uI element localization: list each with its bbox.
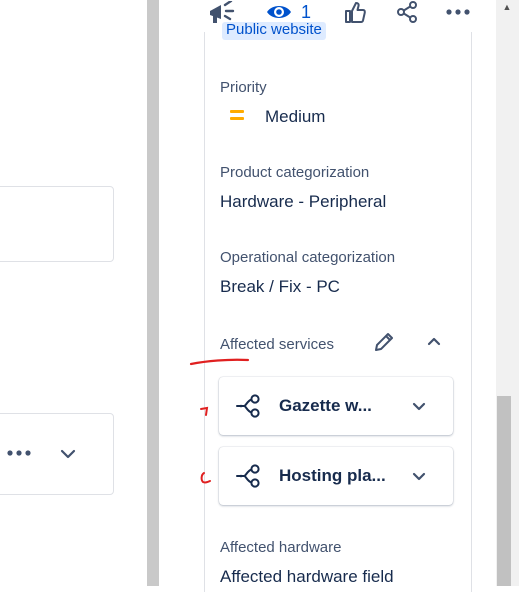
product-categorization-label: Product categorization xyxy=(220,164,370,181)
pane-divider-scrollbar[interactable] xyxy=(147,0,159,586)
chevron-down-icon[interactable] xyxy=(56,442,80,466)
share-icon[interactable] xyxy=(395,0,419,24)
service-name: Hosting pla... xyxy=(279,466,386,485)
service-card[interactable]: Gazette w... xyxy=(219,377,453,435)
priority-value[interactable]: Medium xyxy=(265,107,325,127)
affected-hardware-label: Affected hardware xyxy=(220,539,342,556)
affected-hardware-value[interactable]: Affected hardware field xyxy=(220,567,394,587)
operational-categorization-value[interactable]: Break / Fix - PC xyxy=(220,277,340,297)
thumbs-up-icon[interactable] xyxy=(343,0,367,26)
chevron-up-icon[interactable] xyxy=(424,332,444,352)
more-icon[interactable] xyxy=(6,440,32,466)
pencil-icon[interactable] xyxy=(372,330,396,354)
annotation-mark xyxy=(200,406,209,416)
service-icon xyxy=(236,464,260,488)
service-card[interactable]: Hosting pla... xyxy=(219,447,453,505)
chevron-down-icon[interactable] xyxy=(409,466,429,486)
service-icon xyxy=(236,394,260,418)
eye-icon[interactable] xyxy=(265,0,293,24)
chevron-down-icon[interactable] xyxy=(409,396,429,416)
details-panel xyxy=(204,32,472,592)
watch-count[interactable]: 1 xyxy=(301,2,311,23)
product-categorization-value[interactable]: Hardware - Peripheral xyxy=(220,192,386,212)
affected-services-label: Affected services xyxy=(220,336,334,353)
operational-categorization-label: Operational categorization xyxy=(220,249,396,266)
annotation-underline xyxy=(189,358,250,366)
annotation-mark xyxy=(200,472,211,484)
left-pane xyxy=(0,0,147,586)
scroll-up-arrow[interactable]: ▲ xyxy=(500,0,514,14)
tag-chip[interactable]: Public website xyxy=(222,22,326,40)
service-name: Gazette w... xyxy=(279,396,372,415)
priority-label: Priority xyxy=(220,79,267,96)
priority-medium-icon xyxy=(230,110,244,122)
more-icon[interactable] xyxy=(445,0,471,24)
left-field-box[interactable] xyxy=(0,186,114,262)
scrollbar-thumb[interactable] xyxy=(497,396,511,586)
